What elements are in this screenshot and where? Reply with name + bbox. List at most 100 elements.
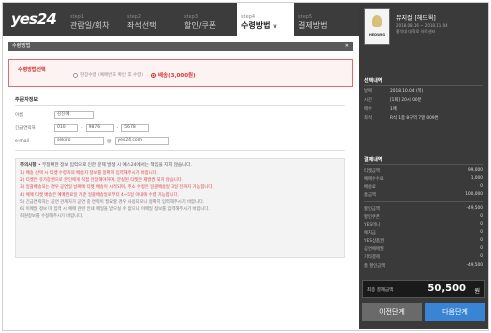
row-key: 시간 [364,98,372,103]
row-key: 총 할인금액 [364,264,386,269]
tab-step5[interactable]: step5 결제방법 [294,3,351,36]
tab-step1[interactable]: step1 관람일/회차 [66,3,123,36]
row-value: 0 [480,246,483,251]
divider [364,201,483,202]
row-value: 100,000 [465,192,483,197]
divider [364,85,483,86]
option-onsite-label: 현장수령 (예매번호 확인 후 수령) [80,73,144,78]
tab-step2[interactable]: step2 좌석선택 [123,3,180,36]
row-value: 2018.10.04 (목) [390,89,424,94]
price-row: 배송료 0 [364,184,483,190]
row-value: 0 [480,238,483,243]
summary-row: 좌석 R석 1층 8구역 7열 009번 [364,115,483,121]
phone-label: 긴급연락처 [15,126,36,131]
dash: - [116,125,119,131]
option-onsite[interactable]: 현장수령 (예매번호 확인 후 수령) [73,72,143,78]
notice-line: 회원정보를 수정해주시기 바랍니다. [20,214,84,220]
notice-line: 4) 예매 티켓 배송은 예매완료일 기준 일괄배송일로부터 4~5일 이내에 … [20,192,179,198]
order-summary-panel: HEDWIG 뮤지컬 [헤드윅] 2018.08.16 ~ 2018.11.04… [359,3,488,329]
row-key: 티켓금액 [364,169,380,174]
section-bar-title: 수령방법 [12,43,31,49]
row-key: YES머니 [364,223,380,228]
name-field[interactable]: 김진혜 [54,111,94,119]
row-value: 0 [480,254,483,259]
show-venue: 홍익대 대학로 아트센터 [396,29,436,34]
step-label: 수령방법 [241,20,294,32]
row-key: 공연예매권 [364,247,384,252]
radio-delivery[interactable] [151,72,156,78]
notice-line: 1) 배송 선택 시 티켓 수령자의 배송지 정보를 정확히 입력해주시기 바랍… [20,171,159,176]
phone-field-3[interactable]: 5678 [121,124,150,132]
phone-field-2[interactable]: 9876 [85,124,114,132]
price-row: 총금액 100,000 [364,192,483,198]
final-total-value: 50,500 [427,283,466,294]
row-key: 좌석 [364,116,372,121]
notice-line: 6) 이메일 정보 미 입력 시 예매 관련 안내 메일을 받으실 수 없으니 … [20,207,210,213]
row-key: 배송료 [364,185,376,190]
prev-step-button[interactable]: 이전단계 [362,303,422,321]
show-poster: HEDWIG [364,8,390,45]
show-title: 뮤지컬 [헤드윅] [396,15,436,22]
phone-row: 긴급연락처 010- 9876- 5678 [15,124,150,132]
row-value: 0 [480,214,483,219]
row-value: R석 1층 8구역 7열 009번 [390,116,439,121]
step-label: 관람일/회차 [70,21,110,30]
step-label: 좌석선택 [127,21,157,30]
discount-total-row: 총 할인금액 -49,500 [364,263,483,269]
show-info: 2018.08.16 ~ 2018.11.04 홍익대 대학로 아트센터 [396,23,448,35]
row-key: 예치금 [364,231,376,236]
radio-onsite[interactable] [73,72,78,78]
name-row: 이름 김진혜 [15,111,94,119]
discount-row: 할인금액 -49,500 [364,206,483,212]
row-value: 0 [480,230,483,235]
email-id-field[interactable]: sekiro [54,137,104,145]
summary-row: 날짜 2018.10.04 (목) [364,88,483,94]
row-value: -49,500 [466,206,483,211]
row-key: 날짜 [364,89,372,94]
email-row: e-mail sekiro @ yes24.com [15,137,169,145]
notice-heading: 주의사항 • 부정확한 정보 입력으로 인한 문제 발생 시 예스24에서는 책… [20,162,340,168]
email-label: e-mail [15,138,30,144]
email-domain-field[interactable]: yes24.com [114,137,169,145]
discount-row: 기타결제 0 [364,254,483,260]
row-key: 할인쿠폰 [364,215,380,220]
row-key: 총금액 [364,193,376,198]
summary-row: 매수 1매 [364,106,483,112]
step-label: 결제방법 [298,21,328,30]
next-step-button[interactable]: 다음단계 [425,303,485,321]
row-key: 할인금액 [364,207,380,212]
email-at: @ [107,138,112,144]
row-value: [1회] 20시 00분 [390,98,422,103]
tab-step3[interactable]: step3 할인/쿠폰 [180,3,237,36]
dash: - [81,125,83,131]
row-value: -49,500 [466,263,483,268]
tab-step4[interactable]: step4 수령방법 [237,3,294,36]
row-key: YES상품권 [364,239,384,244]
discount-row: YES상품권 0 [364,238,483,244]
price-title: 결제내역 [364,157,383,163]
notice-heading-rest: • 부정확한 정보 입력으로 인한 문제 발생 시 예스24에서는 책임을 지지… [36,163,192,168]
discount-row: 예치금 0 [364,230,483,236]
yes24-logo[interactable]: yes24 [11,9,63,29]
name-label: 이름 [15,113,24,118]
notice-box: 주의사항 • 부정확한 정보 입력으로 인한 문제 발생 시 예스24에서는 책… [15,158,345,258]
discount-row: YES머니 0 [364,222,483,228]
option-delivery[interactable]: 배송(3,000원) [151,71,196,79]
row-key: 기타결제 [364,255,380,260]
row-key: 예매수수료 [364,177,384,182]
delivery-method-label: 수령방법선택 [18,67,46,73]
divider [15,105,345,106]
notice-line: 5) 긴급연락처는 공연 관계자가 공연 중 연락이 필요할 경우 사용되오니 … [20,199,205,205]
final-total-label: 최종 결제금액 [367,288,394,293]
step-label: 할인/쿠폰 [184,21,217,30]
row-value: 0 [480,184,483,189]
close-icon[interactable]: ✕ [345,42,349,51]
row-value: 0 [480,222,483,227]
discount-row: 할인쿠폰 0 [364,214,483,220]
option-delivery-label: 배송(3,000원) [158,73,196,79]
phone-field-1[interactable]: 010 [54,124,78,132]
orderer-section-title: 주문자정보 [15,97,39,103]
main-content: 수령방법 ✕ 수령방법선택 현장수령 (예매번호 확인 후 수령) 배송(3,0… [8,42,353,322]
discount-row: 공연예매권 0 [364,246,483,252]
row-value: 1,000 [470,176,483,181]
